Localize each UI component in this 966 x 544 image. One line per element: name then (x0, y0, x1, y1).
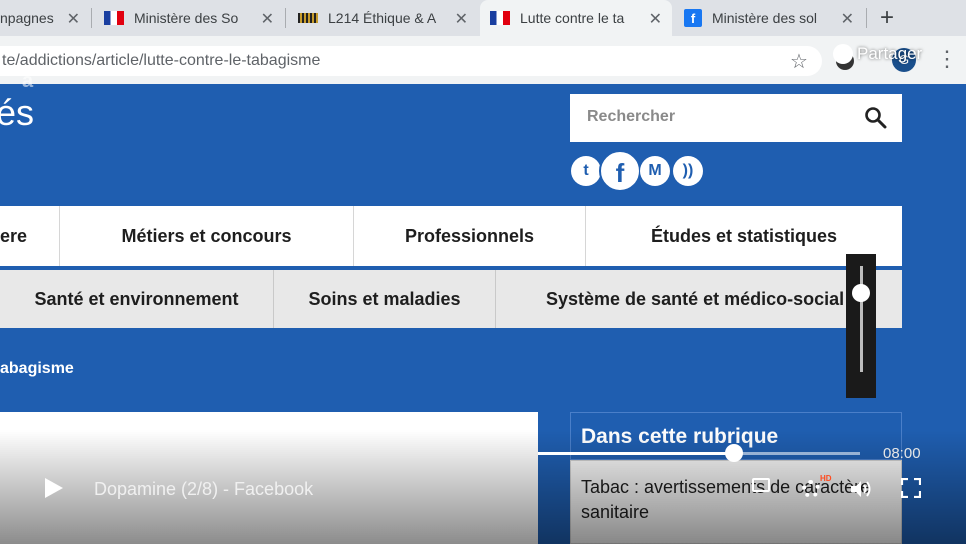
sidebar-link-label: Tabac : avertissements de caractère sani… (581, 477, 871, 522)
tab-separator (866, 8, 867, 28)
french-flag-icon (490, 11, 510, 25)
tab-separator (285, 8, 286, 28)
close-icon[interactable]: ✕ (455, 9, 468, 29)
french-flag-icon (104, 11, 124, 25)
tab-5[interactable]: f Ministère des sol ✕ (674, 0, 864, 36)
marianne-icon[interactable]: M (640, 156, 670, 186)
tab-title: L214 Éthique & A (328, 10, 437, 26)
video-title: Dopamine (2/8) - Facebook (94, 479, 314, 499)
secondary-nav: Santé et environnement Soins et maladies… (0, 270, 902, 328)
address-bar: te/addictions/article/lutte-contre-le-ta… (0, 36, 966, 84)
facebook-icon: f (684, 9, 702, 27)
close-icon[interactable]: ✕ (67, 9, 80, 29)
rss-icon[interactable]: )) (673, 156, 703, 186)
url-field[interactable]: te/addictions/article/lutte-contre-le-ta… (0, 46, 822, 76)
browser-menu-icon[interactable]: ⋮ (936, 46, 958, 72)
close-icon[interactable]: ✕ (261, 9, 274, 29)
volume-slider-thumb[interactable] (852, 283, 870, 302)
article-content (0, 412, 538, 544)
close-icon[interactable]: ✕ (841, 9, 854, 29)
tab-separator (91, 8, 92, 28)
volume-slider-track[interactable] (860, 266, 863, 372)
nav-item-sante-environnement[interactable]: Santé et environnement (0, 270, 274, 328)
share-label: Partager (857, 44, 923, 63)
sidebar-link[interactable]: Tabac : avertissements de caractère sani… (570, 460, 902, 544)
tab-title: Lutte contre le ta (520, 10, 625, 26)
progress-bar[interactable] (538, 452, 860, 455)
tab-4-active[interactable]: Lutte contre le ta ✕ (480, 0, 672, 36)
hd-badge: HD (820, 474, 832, 483)
twitter-icon[interactable]: t (571, 156, 601, 186)
tab-title: npagnes (0, 10, 54, 26)
l214-icon (298, 13, 318, 23)
nav-item-ere[interactable]: ere (0, 206, 60, 266)
primary-nav: ere Métiers et concours Professionnels É… (0, 206, 902, 266)
share-button[interactable]: Partager (833, 44, 922, 64)
captions-icon[interactable] (752, 478, 770, 492)
new-tab-button[interactable]: + (880, 4, 894, 32)
sidebar-heading-label: Dans cette rubrique (581, 425, 779, 448)
tab-3[interactable]: L214 Éthique & A ✕ (294, 0, 478, 36)
search-input[interactable]: Rechercher (587, 108, 675, 126)
nav-item-systeme-sante[interactable]: Système de santé et médico-social (496, 270, 902, 328)
tab-title: Ministère des sol (712, 10, 818, 26)
play-icon[interactable] (45, 478, 63, 498)
tab-title: Ministère des So (134, 10, 239, 26)
breadcrumb[interactable]: abagisme (0, 360, 74, 378)
volume-icon[interactable] (850, 480, 872, 498)
close-icon[interactable]: ✕ (649, 9, 662, 29)
search-box[interactable]: Rechercher (570, 94, 902, 142)
facebook-icon[interactable]: f (599, 150, 641, 192)
nav-item-metiers[interactable]: Métiers et concours (60, 206, 354, 266)
share-icon (833, 44, 853, 64)
tab-1[interactable]: npagnes ✕ (0, 0, 90, 36)
tab-2[interactable]: Ministère des So ✕ (100, 0, 284, 36)
progress-fill (538, 452, 735, 455)
nav-item-soins-maladies[interactable]: Soins et maladies (274, 270, 496, 328)
video-duration: 08:00 (883, 445, 921, 462)
fullscreen-icon[interactable] (901, 478, 921, 498)
nav-item-professionnels[interactable]: Professionnels (354, 206, 586, 266)
search-icon[interactable] (864, 106, 888, 130)
arte-watermark-logo: a (22, 70, 34, 92)
bookmark-star-icon[interactable]: ☆ (790, 49, 808, 74)
tab-strip: npagnes ✕ Ministère des So ✕ L214 Éthiqu… (0, 0, 966, 36)
settings-gear-icon[interactable] (802, 480, 820, 498)
